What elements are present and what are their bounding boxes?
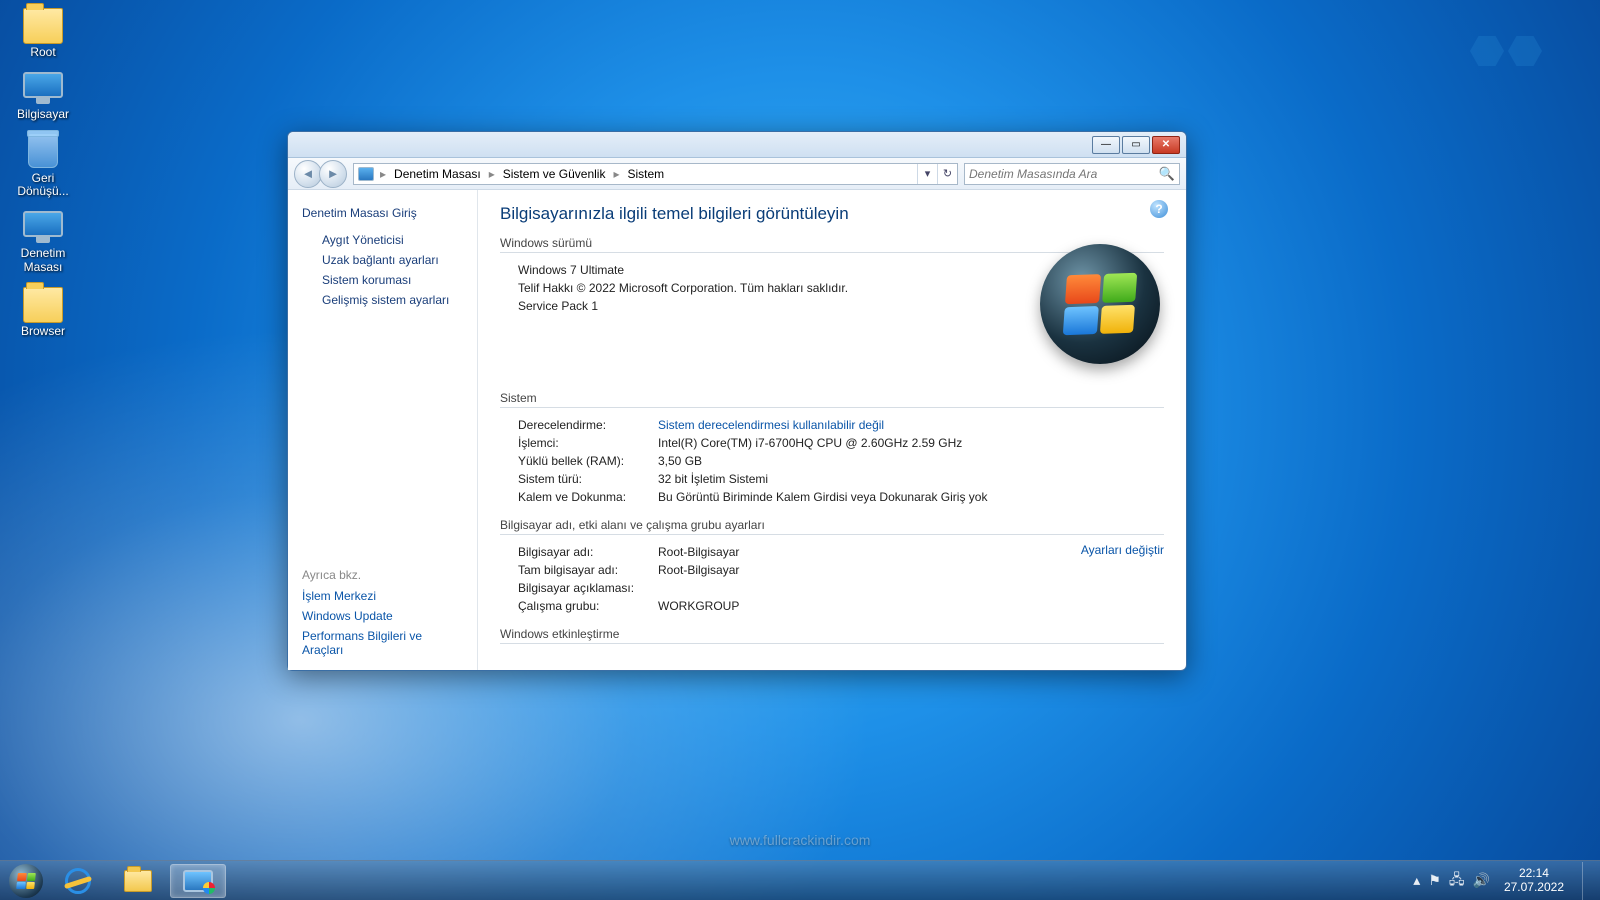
search-icon[interactable]: 🔍 [1159,166,1175,182]
taskbar-control-panel-button[interactable] [170,864,226,898]
rating-label: Derecelendirme: [518,418,658,432]
recycle-bin-icon [28,134,58,168]
nav-buttons: ◄ ► [294,160,347,188]
system-type-label: Sistem türü: [518,472,658,486]
control-panel-home-link[interactable]: Denetim Masası Giriş [288,202,477,230]
icon-label: Browser [6,325,80,339]
taskbar-ie-button[interactable] [50,864,106,898]
workgroup-value: WORKGROUP [658,599,1164,613]
link-label: Uzak bağlantı ayarları [322,253,439,267]
control-panel-icon [23,211,63,243]
search-input[interactable] [969,167,1159,181]
pen-touch-value: Bu Görüntü Biriminde Kalem Girdisi veya … [658,490,1164,504]
taskbar: ▴ ⚑ 🖧 🔊 22:14 27.07.2022 [0,860,1600,900]
see-also-action-center[interactable]: İşlem Merkezi [288,586,477,606]
processor-value: Intel(R) Core(TM) i7-6700HQ CPU @ 2.60GH… [658,436,1164,450]
see-also-header: Ayrıca bkz. [288,564,477,586]
computer-icon [23,72,63,104]
window-titlebar[interactable]: — ▭ ✕ [288,132,1186,158]
section-activation: Windows etkinleştirme [500,627,1164,644]
clock-time: 22:14 [1504,867,1564,880]
link-label: Sistem koruması [322,273,411,287]
tray-volume-icon[interactable]: 🔊 [1473,872,1490,889]
address-bar[interactable]: ▸ Denetim Masası ▸ Sistem ve Güvenlik ▸ … [353,163,958,185]
clock-date: 27.07.2022 [1504,881,1564,894]
taskbar-explorer-button[interactable] [110,864,166,898]
windows-logo [1040,244,1160,364]
full-computer-name-value: Root-Bilgisayar [658,563,1164,577]
full-computer-name-label: Tam bilgisayar adı: [518,563,658,577]
ram-value: 3,50 GB [658,454,1164,468]
breadcrumb-separator: ▸ [611,167,621,181]
tray-clock[interactable]: 22:14 27.07.2022 [1498,867,1570,893]
computer-description-label: Bilgisayar açıklaması: [518,581,658,595]
desktop-icon-root[interactable]: Root [6,8,80,60]
change-settings-label: Ayarları değiştir [1081,543,1164,557]
system-properties-window: — ▭ ✕ ◄ ► ▸ Denetim Masası ▸ Sistem ve G… [287,131,1187,671]
breadcrumb-system[interactable]: Sistem [622,167,671,181]
search-box[interactable]: 🔍 [964,163,1180,185]
folder-icon [23,287,63,323]
breadcrumb-separator: ▸ [378,167,388,181]
icon-label: Bilgisayar [6,108,80,122]
desktop-icons: Root Bilgisayar Geri Dönüşü... Denetim M… [6,8,80,351]
corner-decoration [1468,36,1544,71]
change-settings-link[interactable]: Ayarları değiştir [1063,543,1164,557]
nav-back-button[interactable]: ◄ [294,160,322,188]
desktop-icon-browser[interactable]: Browser [6,287,80,339]
nav-forward-button[interactable]: ► [319,160,347,188]
see-also-performance[interactable]: Performans Bilgileri ve Araçları [288,626,477,660]
desktop-icon-recycle-bin[interactable]: Geri Dönüşü... [6,134,80,200]
refresh-button[interactable]: ↻ [937,164,957,184]
watermark-text: www.fullcrackindir.com [0,832,1600,848]
computer-name-label: Bilgisayar adı: [518,545,658,559]
computer-name-value: Root-Bilgisayar [658,545,1063,559]
page-title: Bilgisayarınızla ilgili temel bilgileri … [500,204,1164,224]
pen-touch-label: Kalem ve Dokunma: [518,490,658,504]
breadcrumb-control-panel[interactable]: Denetim Masası [388,167,487,181]
desktop: Root Bilgisayar Geri Dönüşü... Denetim M… [0,0,1600,900]
system-tray: ▴ ⚑ 🖧 🔊 22:14 27.07.2022 [1413,862,1594,900]
workgroup-label: Çalışma grubu: [518,599,658,613]
icon-label: Root [6,46,80,60]
address-dropdown-button[interactable]: ▾ [917,164,937,184]
breadcrumb-separator: ▸ [487,167,497,181]
help-icon[interactable]: ? [1150,200,1168,218]
icon-label: Denetim Masası [6,247,80,275]
sidebar-link-device-manager[interactable]: Aygıt Yöneticisi [288,230,477,250]
ram-label: Yüklü bellek (RAM): [518,454,658,468]
sidebar-link-remote-settings[interactable]: Uzak bağlantı ayarları [288,250,477,270]
section-computer-name: Bilgisayar adı, etki alanı ve çalışma gr… [500,518,1164,535]
computer-icon [358,167,374,181]
maximize-button[interactable]: ▭ [1122,136,1150,154]
sidebar: Denetim Masası Giriş Aygıt Yöneticisi Uz… [288,190,478,670]
see-also-windows-update[interactable]: Windows Update [288,606,477,626]
close-button[interactable]: ✕ [1152,136,1180,154]
system-type-value: 32 bit İşletim Sistemi [658,472,1164,486]
folder-icon [23,8,63,44]
sidebar-link-advanced-settings[interactable]: Gelişmiş sistem ayarları [288,290,477,310]
sidebar-link-system-protection[interactable]: Sistem koruması [288,270,477,290]
computer-description-value [658,581,1164,595]
content-pane: ? Bilgisayarınızla ilgili temel bilgiler… [478,190,1186,670]
control-panel-icon [183,870,213,892]
ie-icon [65,868,91,894]
rating-link[interactable]: Sistem derecelendirmesi kullanılabilir d… [658,418,1164,432]
minimize-button[interactable]: — [1092,136,1120,154]
link-label: Aygıt Yöneticisi [322,233,404,247]
link-label: Gelişmiş sistem ayarları [322,293,449,307]
desktop-icon-control-panel[interactable]: Denetim Masası [6,211,80,275]
tray-show-hidden-icon[interactable]: ▴ [1413,872,1420,889]
section-system: Sistem [500,391,1164,408]
icon-label: Geri Dönüşü... [6,172,80,200]
window-toolbar: ◄ ► ▸ Denetim Masası ▸ Sistem ve Güvenli… [288,158,1186,190]
start-button[interactable] [6,861,46,900]
show-desktop-button[interactable] [1582,862,1594,900]
desktop-icon-computer[interactable]: Bilgisayar [6,72,80,122]
breadcrumb-system-security[interactable]: Sistem ve Güvenlik [497,167,612,181]
tray-network-icon[interactable]: 🖧 [1449,869,1465,893]
tray-flag-icon[interactable]: ⚑ [1428,872,1441,889]
explorer-icon [124,870,152,892]
processor-label: İşlemci: [518,436,658,450]
